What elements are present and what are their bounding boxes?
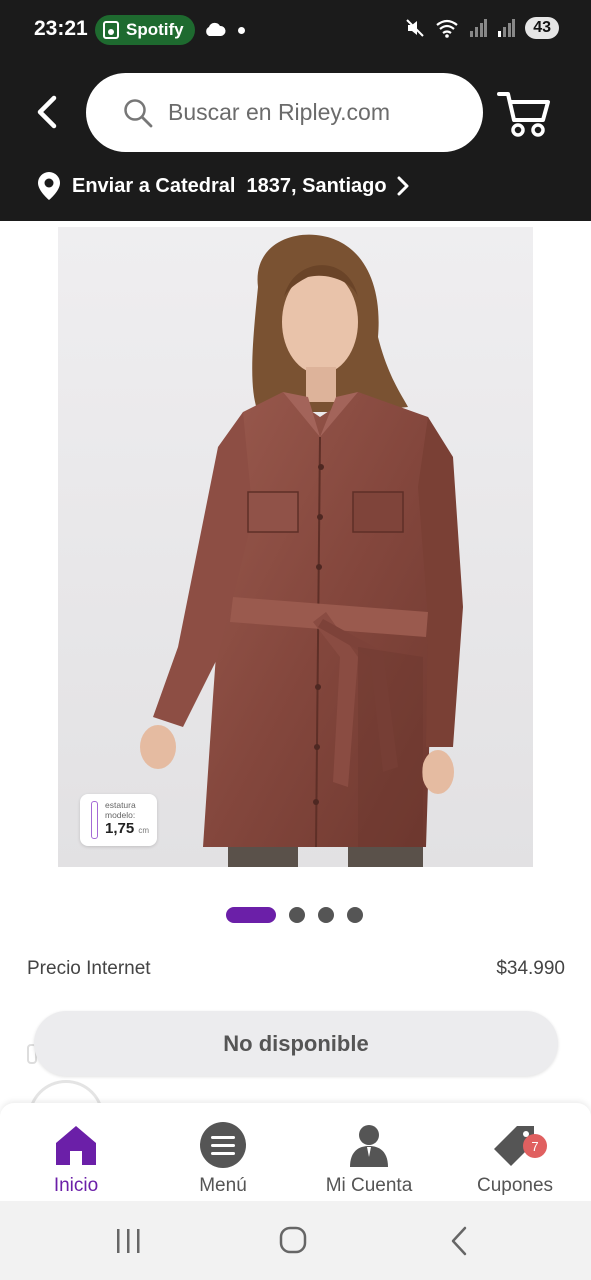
search-placeholder: Buscar en Ripley.com — [168, 99, 390, 125]
carousel-dot-active[interactable] — [226, 906, 276, 923]
location-pin-icon — [38, 172, 60, 200]
coupon-count-badge: 7 — [523, 1134, 547, 1158]
cart-icon[interactable] — [497, 90, 551, 138]
nav-label: Inicio — [53, 1175, 99, 1196]
status-icons: 43 — [405, 17, 559, 39]
nav-item-cupones[interactable]: 7 Cupones — [450, 1121, 580, 1197]
nav-item-menu[interactable]: Menú — [158, 1121, 288, 1197]
bottom-nav: Inicio Menú Mi Cuenta 7 Cupones — [0, 1103, 591, 1201]
price-row: Precio Internet $34.990 — [27, 958, 565, 980]
model-height-badge: estatura modelo: 1,75 cm — [80, 794, 157, 846]
clock: 23:21 — [34, 17, 88, 40]
account-icon — [350, 1125, 388, 1167]
nav-label: Cupones — [476, 1175, 554, 1196]
model-height-number: 1,75 — [105, 820, 135, 837]
model-height-label: estatura modelo: — [105, 800, 136, 820]
chevron-right-icon — [397, 176, 409, 196]
not-available-button[interactable]: No disponible — [34, 1011, 558, 1076]
carousel-dot[interactable] — [289, 906, 305, 923]
shipping-address[interactable]: Enviar a Catedral 1837, Santiago — [36, 170, 410, 202]
search-input[interactable]: Buscar en Ripley.com — [86, 73, 483, 152]
home-button-icon[interactable] — [273, 1223, 313, 1259]
price-value: $34.990 — [496, 958, 565, 979]
carousel-indicator — [226, 906, 363, 923]
search-icon — [124, 98, 153, 127]
battery-indicator: 43 — [525, 17, 559, 39]
nav-item-mi-cuenta[interactable]: Mi Cuenta — [304, 1121, 434, 1197]
price-label: Precio Internet — [27, 958, 151, 979]
carousel-dot[interactable] — [318, 906, 334, 923]
model-height-unit: cm — [138, 826, 150, 835]
carousel-dot[interactable] — [347, 906, 363, 923]
product-illustration — [58, 227, 533, 867]
home-icon — [56, 1126, 96, 1165]
notification-dot-icon — [238, 27, 245, 34]
speaker-icon — [103, 21, 119, 39]
shipping-text: Enviar a Catedral 1837, Santiago — [72, 174, 387, 197]
spotify-label: Spotify — [126, 20, 184, 39]
product-image[interactable]: estatura modelo: 1,75 cm — [58, 227, 533, 867]
mute-icon — [406, 19, 424, 37]
signal-icon — [470, 19, 488, 37]
back-button-icon[interactable] — [440, 1223, 480, 1259]
nav-label: Mi Cuenta — [325, 1175, 413, 1196]
wifi-icon — [436, 19, 458, 38]
spotify-pill[interactable]: Spotify — [95, 15, 195, 45]
signal-icon-2 — [498, 19, 516, 37]
cloud-icon — [206, 22, 226, 36]
ruler-icon — [91, 801, 98, 839]
app-header: Buscar en Ripley.com Enviar a Catedral 1… — [0, 62, 591, 221]
back-arrow-icon[interactable] — [30, 92, 66, 132]
model-height-value: 1,75 cm — [105, 820, 149, 837]
system-nav-bar — [0, 1201, 591, 1280]
recent-apps-icon[interactable] — [108, 1223, 148, 1259]
status-bar: 23:21 Spotify 43 — [0, 0, 591, 62]
menu-icon — [200, 1122, 246, 1168]
nav-label: Menú — [199, 1175, 247, 1196]
nav-item-inicio[interactable]: Inicio — [11, 1121, 141, 1197]
